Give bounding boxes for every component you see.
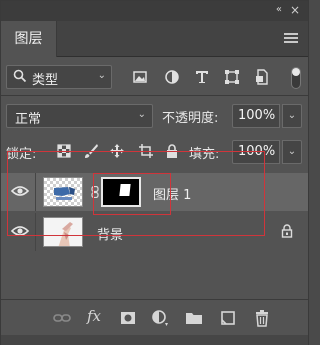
- fill-input[interactable]: 100%: [232, 140, 280, 164]
- layer-thumbnail[interactable]: [43, 177, 83, 207]
- opacity-dropdown-button[interactable]: ⌄: [282, 104, 302, 128]
- panel-tab-bar: 图层: [1, 21, 308, 57]
- layer-thumbnail[interactable]: [43, 217, 83, 247]
- layer-thumbnail-image: [58, 222, 73, 246]
- filter-kind-select[interactable]: 类型 ⌄: [6, 65, 112, 89]
- add-layer-style-button[interactable]: fx: [87, 307, 101, 325]
- add-mask-icon[interactable]: [119, 309, 137, 327]
- filter-toggle-switch[interactable]: [291, 67, 301, 89]
- collapse-panel-button[interactable]: «: [276, 4, 282, 15]
- blend-row: 正常 ⌄ 不透明度: 100% ⌄: [1, 101, 308, 129]
- layer-list: 图层 1 背景: [1, 171, 308, 296]
- divider: [35, 173, 36, 211]
- layer-row-layer-1[interactable]: 图层 1: [1, 173, 308, 211]
- lock-artboard-icon[interactable]: [138, 143, 154, 159]
- panel-menu-icon[interactable]: [284, 33, 298, 44]
- layer-row-background[interactable]: 背景: [1, 213, 308, 251]
- link-layers-icon[interactable]: [53, 309, 71, 327]
- layer-mask-thumbnail[interactable]: [101, 177, 141, 207]
- tab-layers[interactable]: 图层: [1, 21, 57, 57]
- new-layer-icon[interactable]: [219, 309, 237, 327]
- chevron-down-icon: ⌄: [287, 110, 297, 121]
- panel-bottom-edge: [1, 335, 308, 345]
- mask-shape: [119, 184, 131, 196]
- filter-kind-label: 类型: [32, 73, 59, 88]
- filter-shape-layers-icon[interactable]: [223, 68, 241, 86]
- lock-label: 锁定:: [6, 147, 37, 162]
- chevron-down-icon: ⌄: [287, 146, 297, 157]
- chevron-down-icon: ⌄: [97, 70, 106, 81]
- chevron-down-icon: ⌄: [137, 109, 146, 120]
- layer-name: 图层 1: [153, 188, 192, 203]
- layer-filter-row: 类型 ⌄: [1, 61, 308, 93]
- panel-header-strip: « ×: [1, 1, 308, 21]
- filter-smart-objects-icon[interactable]: [253, 68, 271, 86]
- lock-row: 锁定: 填充: 100% ⌄: [1, 138, 308, 166]
- lock-image-pixels-brush-icon[interactable]: [83, 143, 99, 159]
- blend-mode-value: 正常: [15, 112, 42, 127]
- delete-layer-trash-icon[interactable]: [253, 309, 271, 327]
- new-group-folder-icon[interactable]: [185, 309, 203, 327]
- filter-type-layers-icon[interactable]: [193, 68, 211, 86]
- blend-mode-select[interactable]: 正常 ⌄: [6, 104, 153, 128]
- visibility-eye-icon[interactable]: [11, 224, 29, 238]
- divider: [35, 213, 36, 251]
- lock-all-icon[interactable]: [164, 143, 180, 159]
- search-icon: [13, 69, 27, 83]
- new-fill-adjustment-layer-icon[interactable]: [151, 309, 169, 327]
- lock-position-move-icon[interactable]: [109, 143, 125, 159]
- layer-locked-icon[interactable]: [281, 224, 293, 238]
- mask-link-chain-icon[interactable]: [91, 186, 99, 198]
- opacity-input[interactable]: 100%: [232, 104, 280, 128]
- layer-thumbnail-image: [54, 187, 75, 200]
- layers-bottom-toolbar: fx: [1, 299, 308, 334]
- layer-name: 背景: [97, 228, 124, 243]
- divider: [1, 95, 308, 96]
- visibility-eye-icon[interactable]: [11, 184, 29, 198]
- lock-transparent-pixels-icon[interactable]: [56, 143, 72, 159]
- fill-label: 填充:: [189, 147, 220, 162]
- opacity-label: 不透明度:: [162, 111, 219, 126]
- filter-pixel-layers-icon[interactable]: [131, 68, 149, 86]
- close-panel-button[interactable]: ×: [290, 3, 300, 17]
- layers-panel: « × 图层 类型 ⌄ 正常 ⌄ 不透明度: 100% ⌄ 锁定: 填充: 10…: [0, 0, 309, 345]
- fill-dropdown-button[interactable]: ⌄: [282, 140, 302, 164]
- filter-adjustment-layers-icon[interactable]: [163, 68, 181, 86]
